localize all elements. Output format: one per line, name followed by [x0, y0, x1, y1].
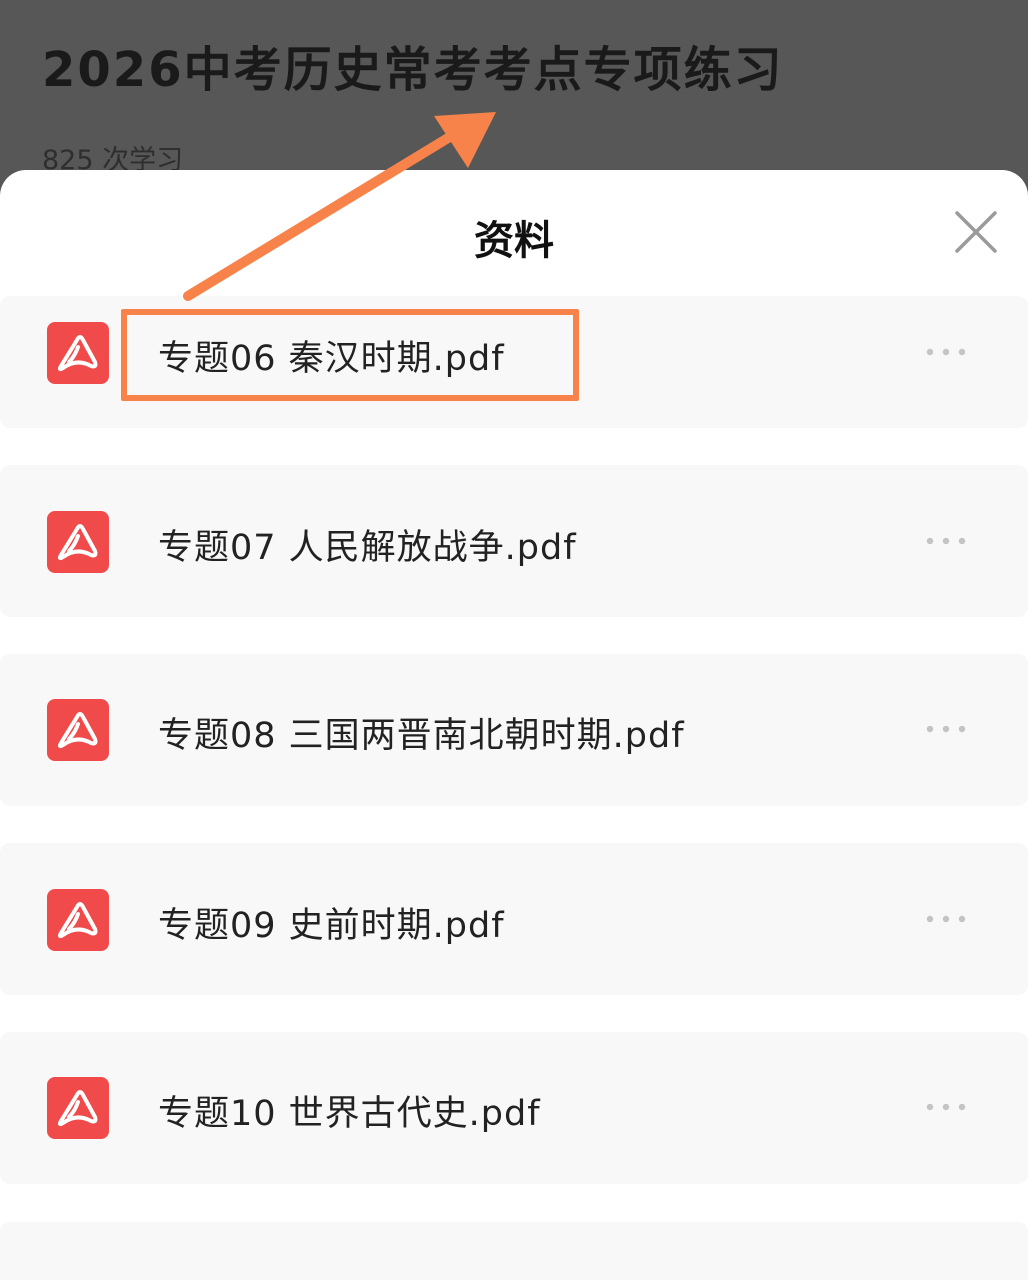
file-row-partial[interactable] — [0, 1222, 1028, 1280]
file-name: 专题07 人民解放战争.pdf — [158, 528, 577, 568]
more-options-button[interactable] — [922, 1097, 970, 1117]
pdf-icon — [47, 889, 109, 951]
pdf-icon — [47, 511, 109, 573]
more-options-button[interactable] — [922, 909, 970, 929]
file-name: 专题08 三国两晋南北朝时期.pdf — [158, 716, 685, 756]
file-name: 专题09 史前时期.pdf — [158, 906, 505, 946]
pdf-icon — [47, 1077, 109, 1139]
more-options-button[interactable] — [922, 531, 970, 551]
file-name: 专题10 世界古代史.pdf — [158, 1094, 541, 1134]
more-options-button[interactable] — [922, 719, 970, 739]
pdf-icon — [47, 322, 109, 384]
file-row[interactable]: 专题10 世界古代史.pdf — [0, 1032, 1028, 1184]
screen: 2026中考历史常考考点专项练习 825 次学习 资料 专题06 秦汉时期.pd… — [0, 0, 1028, 1280]
close-icon — [955, 211, 997, 253]
more-icon — [926, 537, 966, 545]
more-icon — [926, 725, 966, 733]
file-row[interactable]: 专题07 人民解放战争.pdf — [0, 465, 1028, 617]
more-options-button[interactable] — [922, 342, 970, 362]
more-icon — [926, 348, 966, 356]
more-icon — [926, 915, 966, 923]
more-icon — [926, 1103, 966, 1111]
pdf-icon — [47, 699, 109, 761]
course-title: 2026中考历史常考考点专项练习 — [42, 42, 784, 98]
close-button[interactable] — [950, 206, 1002, 258]
highlight-box — [121, 309, 579, 401]
file-row[interactable]: 专题08 三国两晋南北朝时期.pdf — [0, 654, 1028, 806]
file-row[interactable]: 专题09 史前时期.pdf — [0, 843, 1028, 995]
sheet-title: 资料 — [474, 218, 554, 264]
